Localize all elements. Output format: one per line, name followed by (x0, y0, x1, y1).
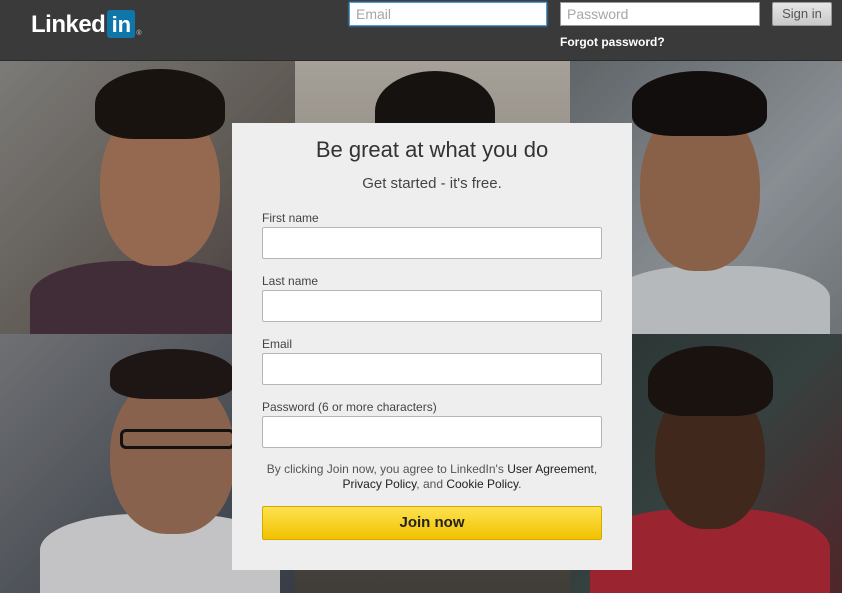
password-label: Password (6 or more characters) (262, 400, 437, 414)
terms-period: . (518, 477, 522, 491)
top-header: Linked in ® Sign in Forgot password? (0, 0, 842, 61)
join-now-button[interactable]: Join now (262, 506, 602, 540)
logo-in-box: in (107, 10, 136, 38)
last-name-input[interactable] (262, 290, 602, 322)
forgot-password-link[interactable]: Forgot password? (560, 35, 665, 49)
terms-prefix: By clicking Join now, you agree to Linke… (266, 462, 508, 476)
terms-comma: , (593, 462, 598, 476)
first-name-input[interactable] (262, 227, 602, 259)
linkedin-logo[interactable]: Linked in ® (31, 10, 142, 40)
header-password-input[interactable] (560, 2, 760, 26)
terms-and: , and (416, 477, 447, 491)
email-input[interactable] (262, 353, 602, 385)
signup-subtitle: Get started - it's free. (362, 175, 502, 192)
email-label: Email (262, 337, 293, 351)
signup-title: Be great at what you do (315, 137, 549, 162)
signup-card: Be great at what you do Get started - it… (232, 123, 632, 570)
first-name-label: First name (262, 211, 319, 225)
password-input[interactable] (262, 416, 602, 448)
registered-mark: ® (136, 30, 142, 37)
sign-in-button[interactable]: Sign in (772, 2, 832, 26)
last-name-label: Last name (262, 274, 319, 288)
logo-wordmark: Linked (31, 11, 106, 38)
terms-text: By clicking Join now, you agree to Linke… (252, 462, 612, 492)
user-agreement-link[interactable]: User Agreement (507, 462, 594, 476)
privacy-policy-link[interactable]: Privacy Policy (343, 477, 417, 491)
cookie-policy-link[interactable]: Cookie Policy (446, 477, 518, 491)
header-email-input[interactable] (349, 2, 547, 26)
